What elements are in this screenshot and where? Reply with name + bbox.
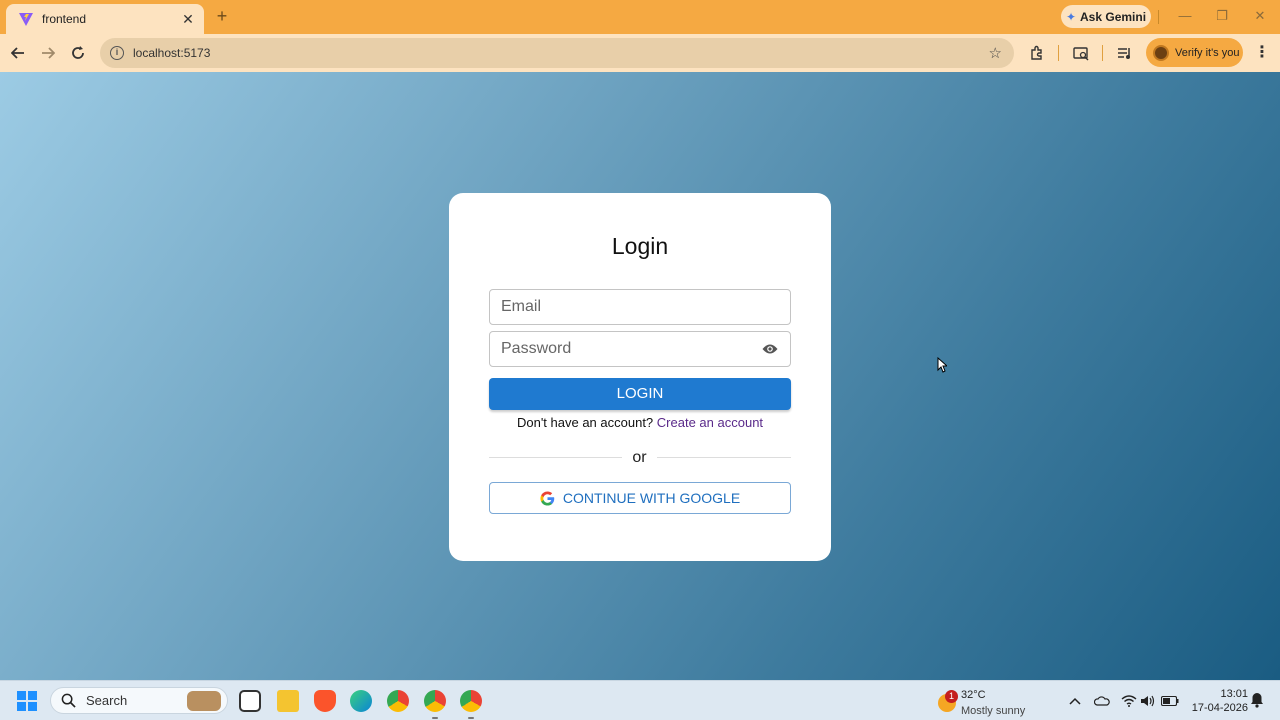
weather-widget[interactable]: 1 32°C Mostly sunny: [936, 686, 1056, 717]
show-password-icon[interactable]: [760, 339, 780, 359]
tab-search-icon[interactable]: [1071, 43, 1091, 63]
password-input[interactable]: [501, 340, 760, 358]
volume-icon[interactable]: [1139, 692, 1157, 710]
profile-button[interactable]: Verify it's you: [1146, 38, 1243, 67]
edge-icon[interactable]: [350, 690, 372, 712]
profile-label: Verify it's you: [1175, 46, 1240, 59]
divider: [1102, 45, 1103, 61]
weather-temp: 32°C: [961, 689, 986, 701]
extensions-icon[interactable]: [1027, 43, 1047, 63]
taskbar: Search 1 32°C Mostly sunny 13:01 17-04-2…: [0, 680, 1280, 720]
weather-badge: 1: [945, 690, 958, 703]
task-view-icon[interactable]: [239, 690, 261, 712]
battery-icon[interactable]: [1161, 692, 1179, 710]
chrome-icon[interactable]: [387, 690, 409, 712]
clock-time: 13:01: [1220, 688, 1248, 700]
google-icon: [540, 490, 555, 506]
ask-gemini-label: Ask Gemini: [1080, 9, 1147, 24]
notifications-icon[interactable]: [1250, 692, 1264, 708]
reload-icon[interactable]: [68, 43, 88, 63]
weather-desc: Mostly sunny: [961, 705, 1026, 717]
google-button-label: CONTINUE WITH GOOGLE: [562, 490, 741, 506]
login-button[interactable]: LOGIN: [489, 378, 791, 410]
divider-line: [657, 457, 791, 458]
browser-menu-icon[interactable]: ⋮: [1254, 43, 1270, 63]
divider: [1058, 45, 1059, 61]
running-indicator: [432, 717, 438, 719]
new-tab-button[interactable]: +: [212, 6, 232, 26]
search-highlight-image: [187, 691, 221, 711]
login-card: Login LOGIN Don't have an account? Creat…: [449, 193, 831, 561]
system-clock[interactable]: 13:01 17-04-2026: [1188, 687, 1248, 715]
divider: [1158, 10, 1159, 24]
forward-icon[interactable]: [38, 43, 58, 63]
signup-prompt: Don't have an account? Create an account: [449, 415, 831, 430]
minimize-icon[interactable]: —: [1175, 6, 1195, 26]
password-field[interactable]: [489, 331, 791, 367]
no-account-text: Don't have an account?: [516, 415, 654, 430]
tab-frontend[interactable]: frontend ✕: [6, 4, 204, 34]
close-tab-icon[interactable]: ✕: [180, 11, 196, 28]
chrome-profile-a-icon[interactable]: [424, 690, 446, 712]
email-input[interactable]: [501, 298, 790, 316]
search-icon: [61, 693, 76, 708]
page-title: Login: [611, 233, 669, 259]
address-bar[interactable]: i localhost:5173 ☆: [100, 38, 1014, 68]
tab-title: frontend: [42, 12, 87, 26]
ask-gemini-button[interactable]: ✦ Ask Gemini: [1061, 5, 1151, 28]
divider-line: [489, 457, 622, 458]
divider-or: or: [632, 449, 647, 466]
create-account-link[interactable]: Create an account: [657, 415, 763, 430]
mouse-cursor-icon: [937, 357, 947, 373]
chrome-profile-b-icon[interactable]: [460, 690, 482, 712]
close-window-icon[interactable]: ✕: [1250, 6, 1270, 26]
media-controls-icon[interactable]: [1115, 43, 1135, 63]
avatar: [1153, 44, 1169, 61]
back-icon[interactable]: [8, 43, 28, 63]
running-indicator: [468, 717, 474, 719]
brave-icon[interactable]: [314, 690, 336, 712]
maximize-icon[interactable]: ❐: [1212, 6, 1232, 26]
onedrive-icon[interactable]: [1093, 692, 1111, 710]
clock-date: 17-04-2026: [1191, 702, 1248, 714]
gemini-icon: ✦: [1065, 9, 1077, 24]
search-label: Search: [86, 693, 128, 708]
page-background: Login LOGIN Don't have an account? Creat…: [0, 72, 1280, 680]
windows-start-icon[interactable]: [17, 691, 37, 711]
browser-toolbar: i localhost:5173 ☆ Verify it's you: [0, 34, 1280, 72]
file-explorer-icon[interactable]: [277, 690, 299, 712]
bookmark-star-icon[interactable]: ☆: [989, 44, 1002, 62]
google-signin-button[interactable]: CONTINUE WITH GOOGLE: [489, 482, 791, 514]
vite-icon: [19, 13, 33, 26]
taskbar-search[interactable]: Search: [50, 687, 228, 714]
tab-bar: frontend ✕ + ✦ Ask Gemini — ❐ ✕: [0, 0, 1280, 34]
site-info-icon[interactable]: i: [110, 46, 124, 60]
email-field[interactable]: [489, 289, 791, 325]
chevron-up-icon[interactable]: [1066, 692, 1084, 710]
wifi-icon[interactable]: [1120, 692, 1138, 710]
url-text: localhost:5173: [133, 46, 211, 60]
